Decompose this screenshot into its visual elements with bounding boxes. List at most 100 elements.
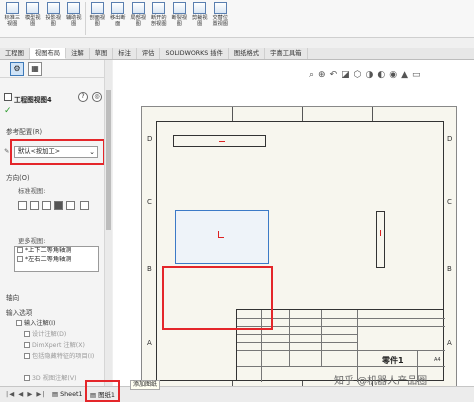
hidden-features-option[interactable]: 包括隐藏特征的项目(I) [24, 351, 94, 360]
drawing-sheet[interactable]: D C B A D C B A 零件1 A4 [141, 106, 457, 391]
auxiliary-view-button[interactable]: 辅助视 图 [64, 2, 85, 37]
checkbox[interactable] [17, 255, 23, 262]
checkbox[interactable] [24, 375, 30, 381]
checkbox[interactable] [24, 331, 30, 337]
import-label: 输入选项 [6, 309, 33, 317]
section-icon[interactable]: ◪ [341, 70, 350, 80]
current-view-button[interactable] [80, 201, 89, 210]
tab-7[interactable]: 图纸格式 [229, 48, 266, 59]
zone-label-d-left: D [147, 135, 153, 143]
detail-view-icon [131, 2, 145, 14]
pin-icon[interactable]: ◎ [92, 92, 102, 102]
iso-view-button[interactable] [54, 201, 63, 210]
zoom-fit-icon[interactable]: ⌕ [309, 70, 314, 80]
property-manager-tab[interactable]: ⚙ [10, 61, 24, 76]
origin-x-axis [218, 237, 224, 238]
zone-label-c-left: C [147, 198, 152, 206]
feature-tree-tab[interactable]: ▦ [28, 61, 42, 76]
zone-tick [232, 107, 233, 121]
ribbon-label: 剖面视 图 [89, 15, 106, 27]
zone-tick [372, 107, 373, 121]
detail-view-button[interactable]: 局部视 图 [128, 2, 149, 37]
ribbon-separator [85, 2, 86, 35]
break-view-button[interactable]: 断裂视 图 [169, 2, 190, 37]
front-view-button[interactable] [18, 201, 27, 210]
ref-config-label: 参考配置(R) [6, 128, 43, 136]
tab-8[interactable]: 宇喜工具箱 [265, 48, 308, 59]
previous-view-icon[interactable]: ↶ [330, 70, 338, 80]
part-name: 零件1 [382, 356, 404, 365]
crop-view-icon [193, 2, 207, 14]
tab-4[interactable]: 标注 [113, 48, 137, 59]
ribbon-label: 模型视 图 [24, 15, 41, 27]
ribbon-label: 交替位 置视图 [212, 15, 229, 27]
checkbox[interactable] [17, 247, 23, 253]
projected-view-icon [46, 2, 60, 14]
ok-check-icon[interactable]: ✓ [4, 107, 12, 116]
checkbox[interactable] [16, 320, 22, 326]
tab-3[interactable]: 草图 [90, 48, 114, 59]
sheet-navigation[interactable]: |◀ ◀ ▶ ▶| [6, 390, 46, 398]
solidworks-window: 标准三 视图 模型视 图投影视 图辅助视 图剖面视 图移出断 面局部视 图断开的 … [0, 0, 474, 402]
hide-show-icon[interactable]: ◐ [377, 70, 385, 80]
orientation-label: 方向(O) [6, 174, 30, 182]
panel-tab-bar: ⚙ ▦ [0, 60, 111, 78]
more-views-list[interactable]: *上下二等角轴测 *左右二等角轴测 [14, 246, 99, 272]
tab-1[interactable]: 视图布局 [29, 48, 67, 59]
3d-view-annotations-option[interactable]: 3D 视图注解(V) [24, 373, 76, 382]
highlight-drawing-view [162, 266, 273, 330]
view-orientation-icon[interactable]: ⬡ [354, 70, 362, 80]
model-view-button[interactable]: 模型视 图 [23, 2, 44, 37]
zone-label-d-right: D [447, 135, 453, 143]
section-view-button[interactable]: 剖面视 图 [87, 2, 108, 37]
tab-sheet1[interactable]: ▤ Sheet1 [52, 390, 83, 398]
tab-5[interactable]: 评估 [137, 48, 161, 59]
zoom-area-icon[interactable]: ⊕ [318, 70, 326, 80]
right-view-button[interactable] [42, 201, 51, 210]
highlight-drawing-tab [85, 380, 120, 402]
standard-views-icon [5, 2, 19, 14]
side-view[interactable] [376, 211, 385, 268]
tab-0[interactable]: 工程图 [0, 48, 30, 59]
list-item[interactable]: *上下二等角轴测 [15, 247, 98, 256]
command-tabs: 工程图 视图布局 注解 草图 标注 评估 SOLIDWORKS 插件 图纸格式 宇喜工具箱 [0, 48, 474, 60]
watermark: 知乎 @机器人产品圈 [334, 376, 428, 387]
alternate-position-button[interactable]: 交替位 置视图 [210, 2, 231, 37]
monitor-icon[interactable]: ▭ [412, 70, 421, 80]
scroll-thumb[interactable] [106, 90, 111, 230]
checkbox[interactable] [24, 342, 30, 348]
drawing-view-icon [4, 93, 12, 101]
ribbon-label: 局部视 图 [130, 15, 147, 27]
break-view-icon [172, 2, 186, 14]
list-item[interactable]: *左右二等角轴测 [15, 255, 98, 265]
checkbox[interactable] [24, 353, 30, 359]
sheet-icon: ▤ [52, 390, 61, 398]
standard-views-button[interactable]: 标准三 视图 [2, 2, 23, 37]
sheet-size-label: A4 [434, 357, 441, 363]
panel-scrollbar[interactable] [104, 60, 112, 386]
ribbon-label: 标准三 视图 [4, 15, 21, 27]
help-icon[interactable]: ? [78, 92, 88, 102]
tab-2[interactable]: 注解 [66, 48, 90, 59]
dimxpert-option[interactable]: DimXpert 注解(X) [24, 340, 85, 349]
drawing-canvas[interactable]: ⌕ ⊕ ↶ ◪ ⬡ ◑ ◐ ◉ ▲ ▭ D C B A D C B A 零件1 … [113, 60, 474, 391]
scene-icon[interactable]: ▲ [401, 70, 408, 80]
import-annotations-option[interactable]: 输入注解(I) [16, 318, 55, 327]
back-view-button[interactable] [66, 201, 75, 210]
highlight-ref-config [10, 139, 105, 165]
appearance-icon[interactable]: ◉ [389, 70, 397, 80]
projected-view-button[interactable]: 投影视 图 [43, 2, 64, 37]
sheet-tab-bar: |◀ ◀ ▶ ▶| ▤ Sheet1 ▤ 图纸1 [0, 386, 474, 402]
zone-tick [302, 107, 303, 121]
origin-y-axis [380, 230, 381, 236]
heads-up-toolbar: ⌕ ⊕ ↶ ◪ ⬡ ◑ ◐ ◉ ▲ ▭ [309, 70, 421, 80]
removed-section-icon [111, 2, 125, 14]
broken-out-section-button[interactable]: 断开的 剖视图 [149, 2, 170, 37]
design-annotations-option[interactable]: 设计注解(D) [24, 329, 66, 338]
auxiliary-view-icon [67, 2, 81, 14]
top-view-button[interactable] [30, 201, 39, 210]
removed-section-button[interactable]: 移出断 面 [108, 2, 129, 37]
display-style-icon[interactable]: ◑ [366, 70, 374, 80]
crop-view-button[interactable]: 剪裁视 图 [190, 2, 211, 37]
tab-6[interactable]: SOLIDWORKS 插件 [160, 48, 229, 59]
